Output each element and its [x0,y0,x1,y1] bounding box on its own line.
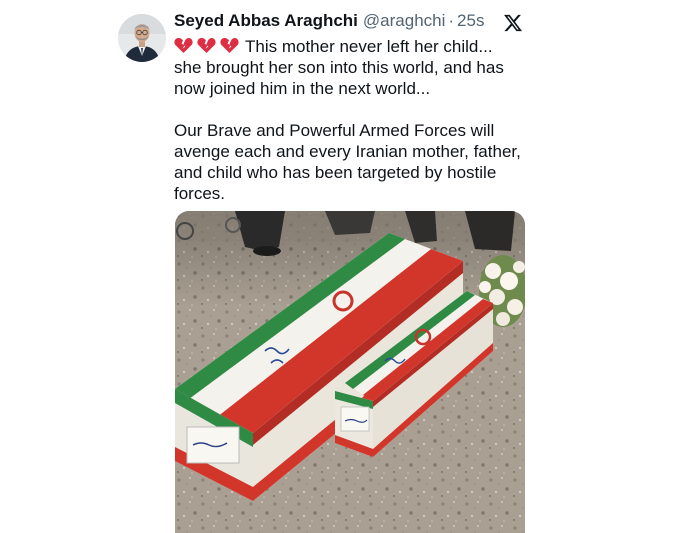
tweet-paragraph-2: Our Brave and Powerful Armed Forces will… [174,121,521,203]
tweet-card: Seyed Abbas Araghchi @araghchi · 25s Thi… [0,0,690,533]
avatar-photo [118,14,166,62]
broken-heart-icon [174,37,193,54]
author-display-name[interactable]: Seyed Abbas Araghchi [174,11,358,31]
tweet-text: This mother never left her child... she … [174,36,524,204]
emoji-group [174,37,239,54]
header-separator: · [448,11,455,30]
author-avatar[interactable] [118,14,166,62]
broken-heart-icon [220,37,239,54]
author-handle[interactable]: @araghchi [363,11,445,31]
tweet-media-photo[interactable] [175,211,525,533]
x-logo-icon[interactable] [503,13,523,33]
broken-heart-icon [197,37,216,54]
tweet-timestamp[interactable]: 25s [457,11,484,31]
tweet-header: Seyed Abbas Araghchi @araghchi · 25s [174,11,484,33]
coffins-photo [175,211,525,533]
tweet-paragraph-1: This mother never left her child... she … [174,36,524,99]
